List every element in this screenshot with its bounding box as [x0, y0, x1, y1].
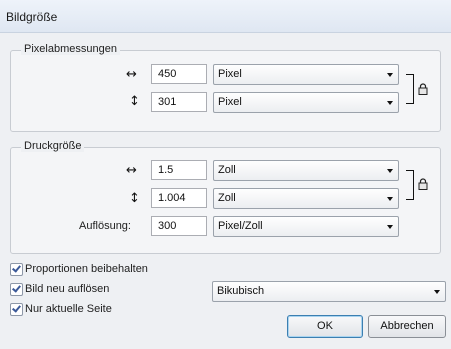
current-page-only-label[interactable]: Nur aktuelle Seite [25, 303, 112, 315]
cancel-button[interactable]: Abbrechen [368, 315, 446, 338]
title-bar: Bildgröße [0, 0, 451, 33]
link-bracket [406, 74, 414, 104]
window-title: Bildgröße [6, 10, 58, 24]
print-height-unit-value: Zoll [218, 192, 236, 204]
chevron-down-icon [387, 225, 393, 229]
resample-label[interactable]: Bild neu auflösen [25, 283, 109, 295]
dialog-body: Pixelabmessungen ↔ 450 Pixel ↕ 301 Pixel… [0, 33, 451, 349]
pixel-width-unit-value: Pixel [218, 68, 242, 80]
print-height-input[interactable]: 1.004 [151, 188, 207, 208]
checkmark-icon [12, 263, 21, 273]
pixel-height-input[interactable]: 301 [151, 92, 207, 112]
lock-icon[interactable] [418, 83, 428, 95]
checkmark-icon [12, 283, 21, 293]
pixel-dimensions-legend: Pixelabmessungen [21, 43, 120, 55]
keep-proportions-label[interactable]: Proportionen beibehalten [25, 263, 148, 275]
pixel-width-unit-select[interactable]: Pixel [213, 64, 399, 85]
vertical-arrow-icon: ↕ [129, 191, 140, 206]
chevron-down-icon [387, 169, 393, 173]
horizontal-arrow-icon: ↔ [126, 67, 137, 82]
print-width-unit-value: Zoll [218, 164, 236, 176]
checkmark-icon [12, 303, 21, 313]
chevron-down-icon [387, 73, 393, 77]
link-bracket [406, 170, 414, 200]
horizontal-arrow-icon: ↔ [126, 163, 137, 178]
chevron-down-icon [434, 290, 440, 294]
keep-proportions-checkbox[interactable] [10, 263, 23, 276]
chevron-down-icon [387, 101, 393, 105]
lock-icon[interactable] [418, 178, 428, 190]
vertical-arrow-icon: ↕ [129, 94, 140, 109]
print-size-group: Druckgröße ↔ 1.5 Zoll ↕ 1.004 Zoll Auflö… [10, 140, 441, 254]
current-page-only-checkbox[interactable] [10, 303, 23, 316]
pixel-height-unit-select[interactable]: Pixel [213, 92, 399, 113]
chevron-down-icon [387, 197, 393, 201]
resolution-unit-select[interactable]: Pixel/Zoll [213, 216, 399, 237]
print-height-unit-select[interactable]: Zoll [213, 188, 399, 209]
resample-method-select[interactable]: Bikubisch [212, 281, 446, 302]
print-size-legend: Druckgröße [21, 140, 85, 152]
resolution-input[interactable]: 300 [151, 216, 207, 236]
print-width-input[interactable]: 1.5 [151, 160, 207, 180]
resample-method-value: Bikubisch [217, 285, 265, 297]
pixel-height-unit-value: Pixel [218, 96, 242, 108]
print-width-unit-select[interactable]: Zoll [213, 160, 399, 181]
pixel-width-input[interactable]: 450 [151, 64, 207, 84]
resample-checkbox[interactable] [10, 283, 23, 296]
resolution-unit-value: Pixel/Zoll [218, 220, 263, 232]
resolution-label: Auflösung: [79, 220, 131, 232]
ok-button[interactable]: OK [287, 315, 363, 338]
pixel-dimensions-group: Pixelabmessungen ↔ 450 Pixel ↕ 301 Pixel [10, 43, 441, 132]
